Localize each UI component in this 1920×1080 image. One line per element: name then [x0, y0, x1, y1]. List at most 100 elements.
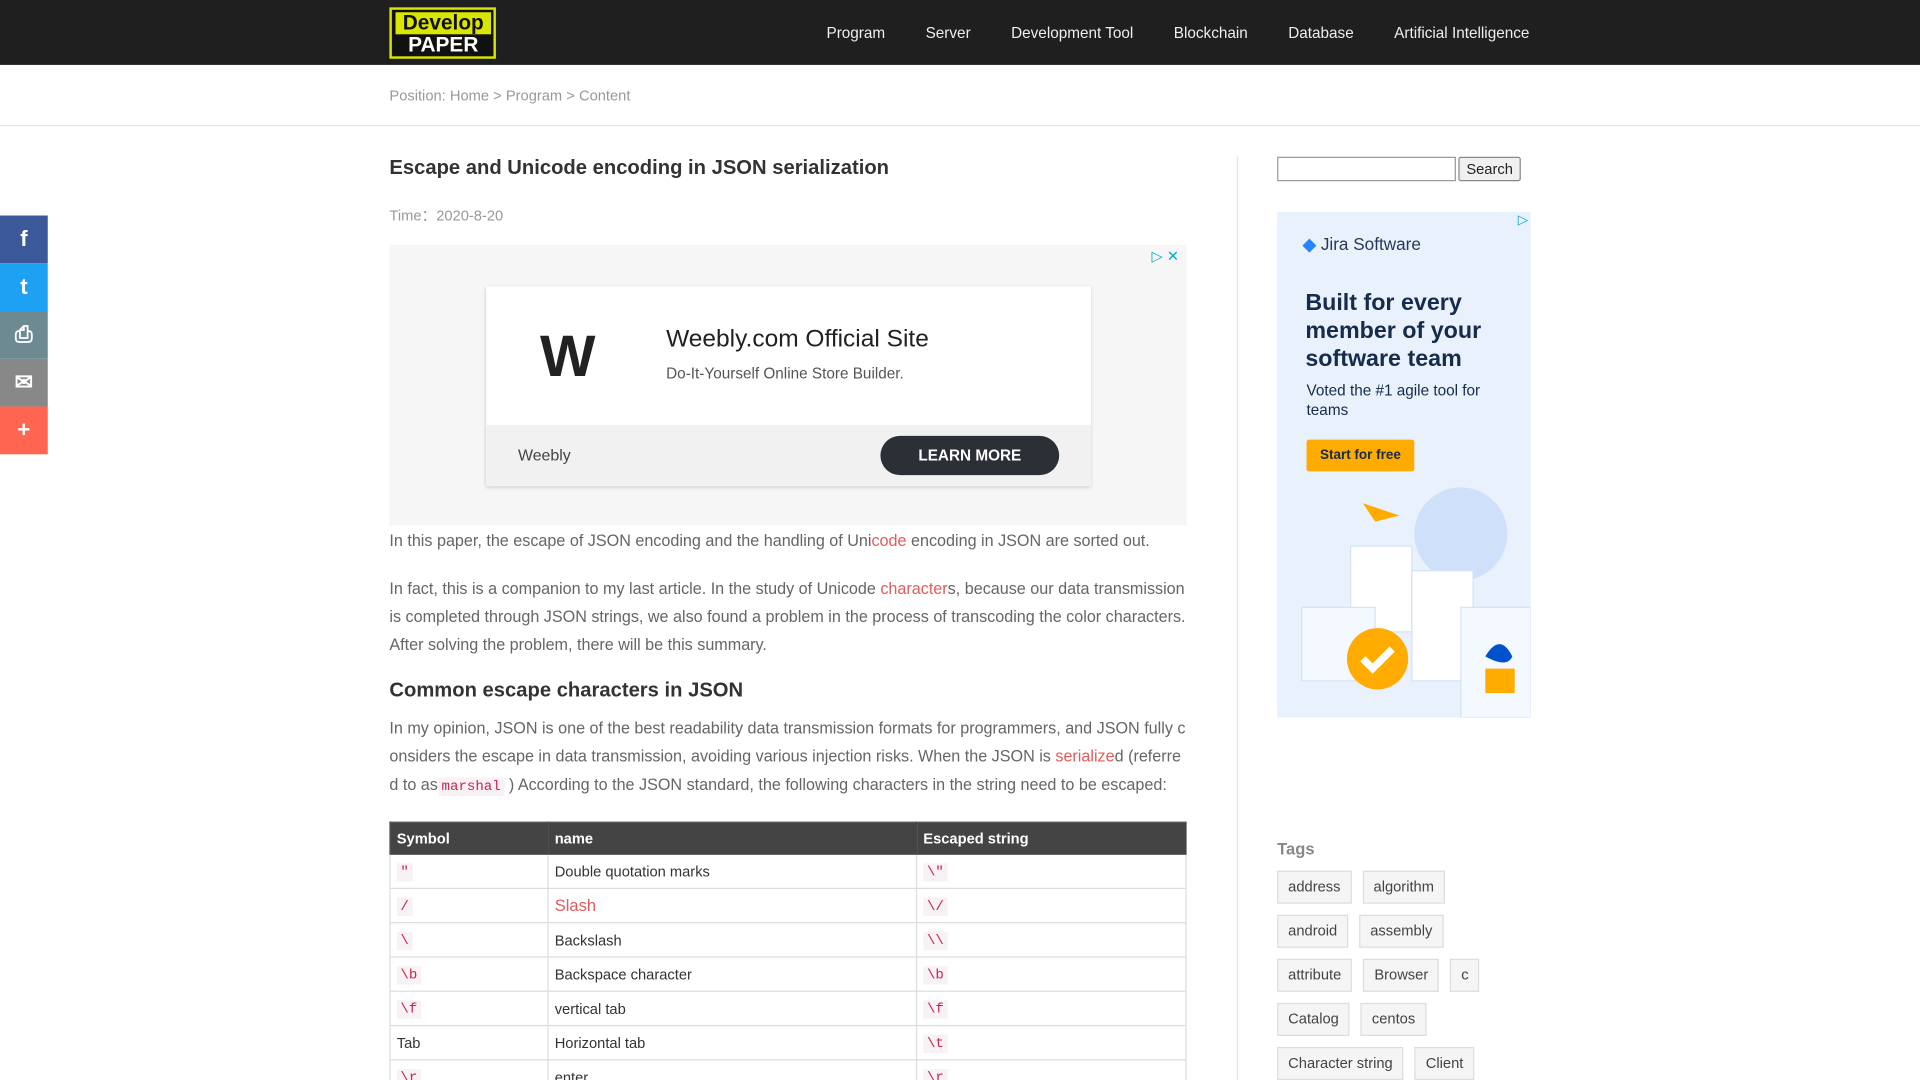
symbol-cell: \r — [396, 1068, 421, 1080]
name-cell: vertical tab — [547, 990, 918, 1027]
link-character[interactable]: character — [880, 579, 947, 597]
nav-database[interactable]: Database — [1288, 24, 1354, 41]
nav-development-tool[interactable]: Development Tool — [1011, 24, 1133, 41]
facebook-icon[interactable]: f — [0, 215, 48, 264]
table-row: Tab Horizontal tab \t — [389, 1024, 1187, 1061]
table-header-row: Symbol name Escaped string — [389, 821, 1187, 855]
escaped-cell: \t — [923, 1034, 948, 1054]
link-code[interactable]: code — [871, 531, 906, 549]
logo-line2: PAPER — [408, 33, 479, 57]
text: ) According to the JSON standard, the fo… — [504, 775, 1167, 794]
name-cell: Horizontal tab — [547, 1024, 918, 1061]
nav-server[interactable]: Server — [926, 24, 971, 41]
name-cell-link[interactable]: Slash — [547, 887, 918, 924]
text: encoding in JSON are sorted out. — [906, 531, 1150, 550]
tag-item[interactable]: c — [1450, 958, 1480, 992]
nav-blockchain[interactable]: Blockchain — [1174, 24, 1248, 41]
nav-artificial-intelligence[interactable]: Artificial Intelligence — [1394, 24, 1529, 41]
jira-voted: Voted the #1 agile tool for teams — [1306, 382, 1481, 419]
escaped-cell: \f — [923, 1000, 948, 1019]
ad-banner[interactable]: ▷ ✕ W Weebly.com Official Site Do-It-You… — [389, 244, 1187, 526]
table-row: \ Backslash \\ — [389, 922, 1187, 958]
breadcrumb-separator: > — [566, 86, 575, 105]
article-title: Escape and Unicode encoding in JSON seri… — [389, 156, 890, 179]
breadcrumb-content: Content — [578, 86, 631, 105]
breadcrumb-label: Position: — [389, 86, 446, 105]
tags-heading: Tags — [1277, 840, 1315, 859]
tag-item[interactable]: attribute — [1277, 958, 1353, 992]
text: In fact, this is a companion to my last … — [389, 579, 881, 598]
tag-item[interactable]: Character string — [1277, 1046, 1404, 1080]
escape-table: Symbol name Escaped string " Double quot… — [389, 821, 1187, 1080]
table-row: " Double quotation marks \" — [389, 853, 1187, 889]
sidebar-divider — [1236, 156, 1238, 1080]
name-cell: Backslash — [547, 922, 918, 958]
top-navbar: Develop PAPER Program Server Development… — [0, 0, 1920, 65]
print-icon[interactable]: ⎙ — [0, 311, 48, 359]
search-input[interactable] — [1277, 156, 1456, 182]
name-cell: Backspace character — [547, 956, 918, 992]
search-button[interactable]: Search — [1458, 156, 1521, 182]
article: Escape and Unicode encoding in JSON seri… — [389, 156, 1187, 1080]
symbol-cell: Tab — [389, 1024, 549, 1061]
nav-program[interactable]: Program — [826, 24, 885, 41]
more-icon[interactable]: + — [0, 406, 48, 455]
weebly-logo-icon: W — [540, 324, 596, 390]
jira-ad[interactable]: ▷ ◆ Jira Software Built for every member… — [1277, 211, 1531, 718]
ad-subline: Do-It-Yourself Online Store Builder. — [666, 364, 904, 383]
breadcrumb-separator: > — [493, 86, 502, 105]
email-icon[interactable]: ✉ — [0, 358, 48, 407]
escaped-cell: \b — [923, 966, 948, 985]
paragraph-1: In this paper, the escape of JSON encodi… — [389, 527, 1186, 555]
twitter-icon[interactable]: t — [0, 263, 48, 312]
name-cell: Double quotation marks — [547, 853, 918, 889]
inline-code: marshal — [437, 777, 505, 796]
symbol-cell: \b — [396, 966, 421, 985]
breadcrumb-program[interactable]: Program — [506, 87, 562, 104]
jira-brand-text: Jira Software — [1320, 233, 1421, 254]
paragraph-3: In my opinion, JSON is one of the best r… — [389, 714, 1186, 801]
escaped-cell: \r — [923, 1068, 948, 1080]
ad-choices-icon[interactable]: ▷ — [1518, 212, 1528, 228]
escaped-cell: \\ — [923, 931, 948, 951]
ad-brand: Weebly — [517, 445, 571, 465]
symbol-cell: " — [396, 863, 413, 882]
tag-item[interactable]: Catalog — [1277, 1002, 1350, 1036]
tag-item[interactable]: algorithm — [1362, 870, 1445, 904]
header-name: name — [547, 821, 918, 855]
header-escaped: Escaped string — [915, 821, 1187, 855]
search-form: Search — [1277, 156, 1521, 182]
symbol-cell: \f — [396, 1000, 421, 1019]
breadcrumb: Position: Home > Program > Content — [389, 87, 630, 104]
tag-item[interactable]: centos — [1360, 1002, 1427, 1036]
learn-more-button[interactable]: LEARN MORE — [880, 435, 1060, 476]
breadcrumb-bar: Position: Home > Program > Content — [0, 65, 1920, 127]
ad-headline[interactable]: Weebly.com Official Site — [666, 326, 929, 354]
jira-headline: Built for every member of your software … — [1305, 290, 1482, 373]
table-row: \f vertical tab \f — [389, 990, 1187, 1027]
share-bar: f t ⎙ ✉ + — [0, 215, 48, 455]
logo-line1: Develop — [395, 12, 492, 35]
symbol-cell: / — [396, 897, 413, 916]
breadcrumb-home[interactable]: Home — [450, 87, 489, 104]
text: In this paper, the escape of JSON encodi… — [389, 531, 872, 550]
symbol-cell: \ — [396, 931, 413, 951]
header-symbol: Symbol — [389, 821, 549, 855]
tag-item[interactable]: android — [1277, 914, 1349, 948]
site-logo[interactable]: Develop PAPER — [389, 7, 496, 59]
jira-brand: ◆ Jira Software — [1303, 234, 1421, 255]
tag-item[interactable]: address — [1277, 870, 1352, 904]
link-serialize[interactable]: serialize — [1055, 747, 1114, 765]
ad-card[interactable]: W Weebly.com Official Site Do-It-Yoursel… — [486, 286, 1092, 487]
table-row: \b Backspace character \b — [389, 956, 1187, 992]
ad-choices-icon[interactable]: ▷ ✕ — [1151, 247, 1179, 264]
tag-item[interactable]: assembly — [1359, 914, 1444, 948]
tag-item[interactable]: Browser — [1363, 958, 1440, 992]
start-free-button[interactable]: Start for free — [1306, 439, 1415, 472]
tag-cloud: address algorithm android assembly attribu… — [1277, 870, 1546, 1080]
tag-item[interactable]: Client — [1414, 1046, 1475, 1080]
paragraph-2: In fact, this is a companion to my last … — [389, 574, 1186, 658]
jira-logo-icon: ◆ — [1302, 233, 1317, 254]
table-row: \r enter \r — [389, 1059, 1187, 1080]
article-time: Time：2020-8-20 — [389, 206, 504, 225]
